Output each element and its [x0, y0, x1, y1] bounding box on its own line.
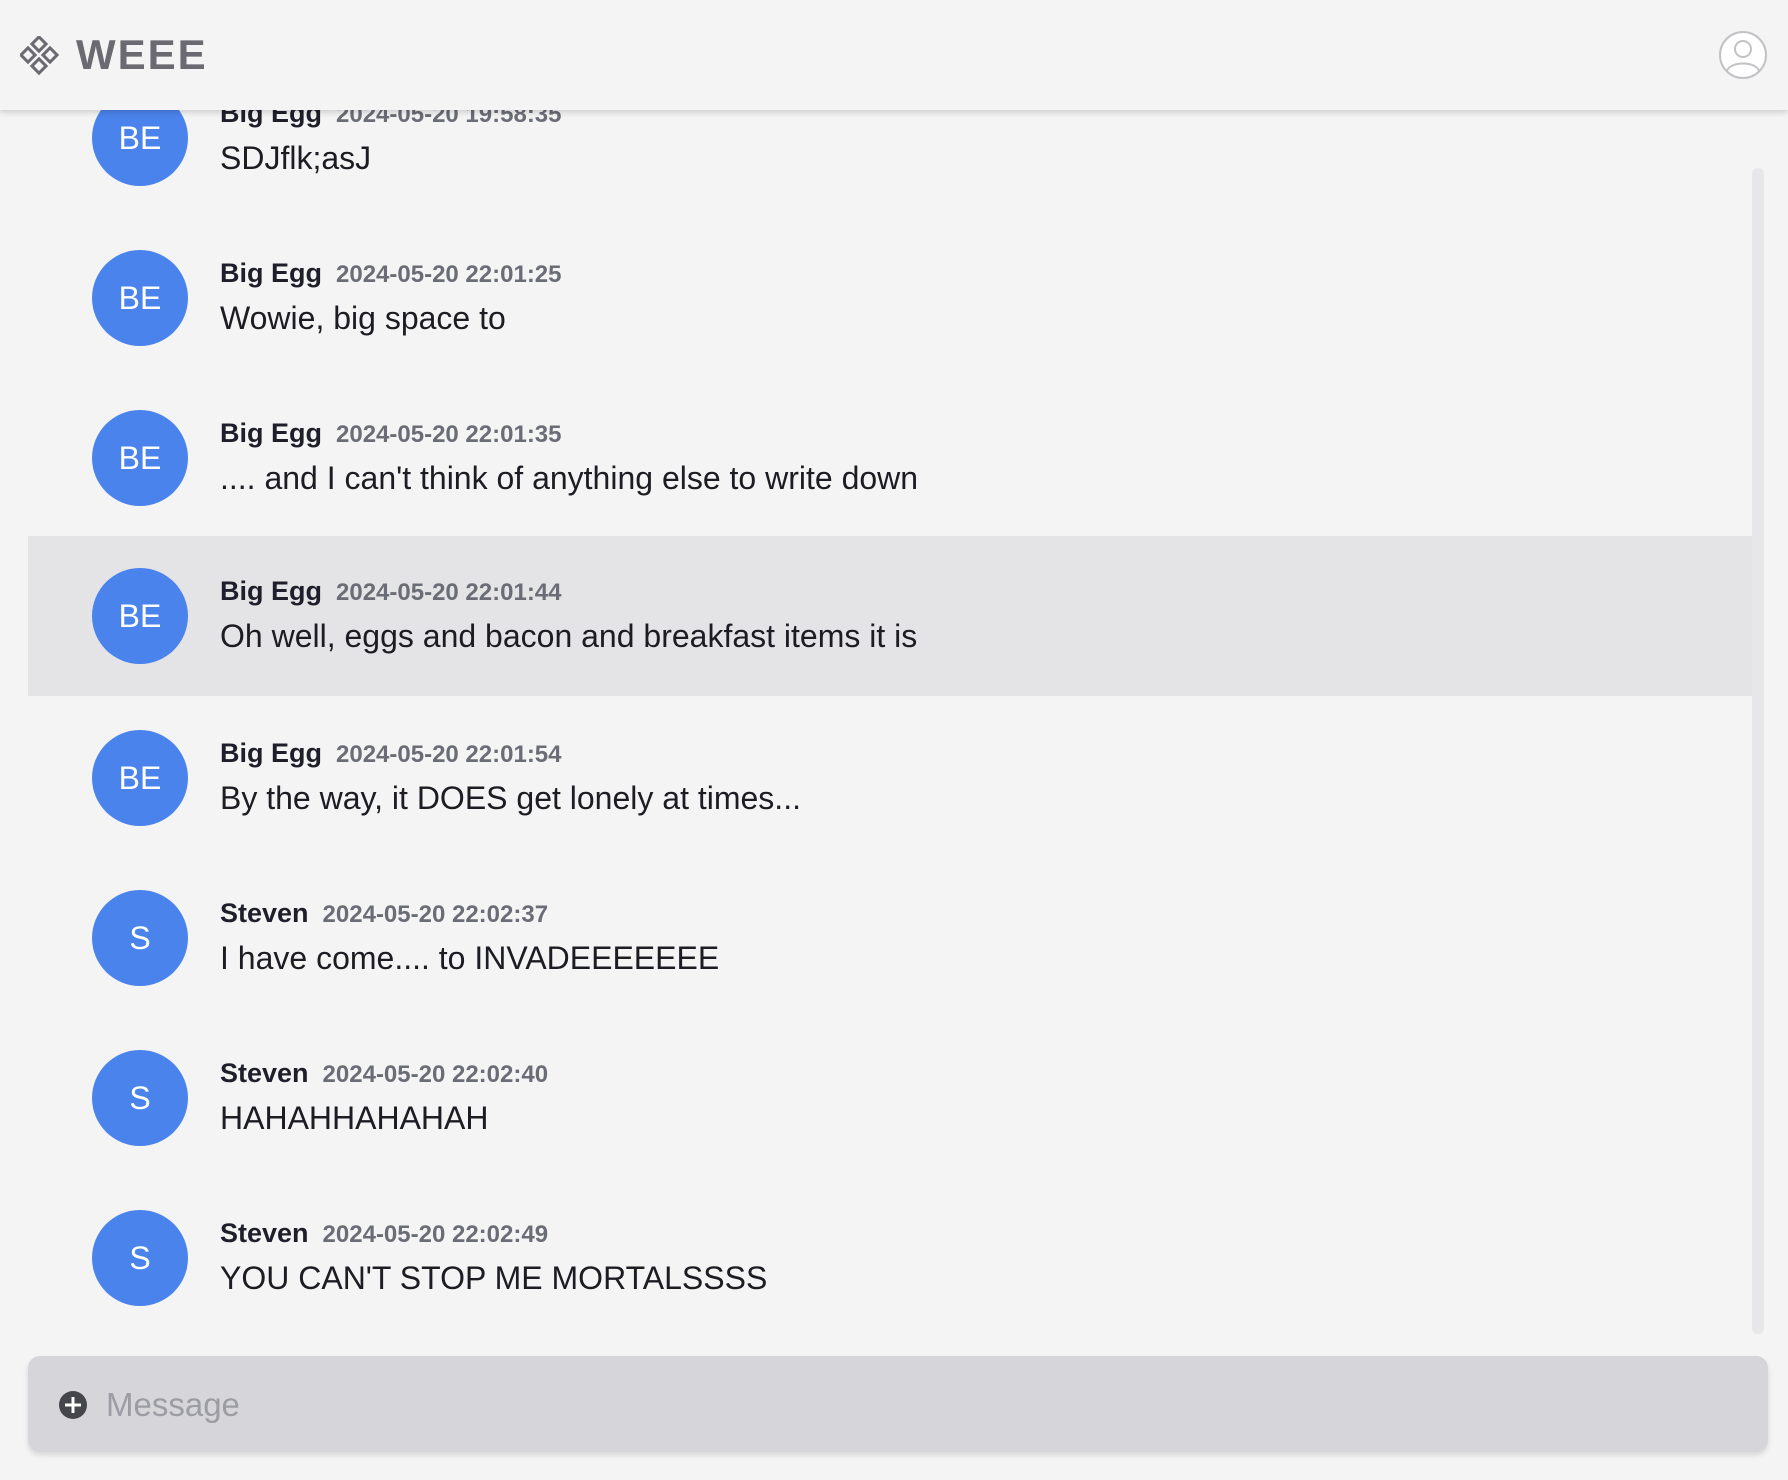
message-input[interactable]	[104, 1378, 1728, 1432]
message-meta: Big Egg 2024-05-20 22:01:25	[220, 258, 562, 289]
message-composer	[28, 1356, 1768, 1452]
message-list[interactable]: BE Big Egg 2024-05-20 19:58:35 SDJflk;asJ…	[0, 70, 1788, 1330]
message-row[interactable]: BE Big Egg 2024-05-20 22:01:54 By the way…	[28, 698, 1752, 858]
logo-icon	[20, 36, 60, 76]
message-meta: Steven 2024-05-20 22:02:37	[220, 898, 548, 929]
add-attachment-icon[interactable]	[58, 1390, 88, 1420]
message-meta: Steven 2024-05-20 22:02:40	[220, 1058, 548, 1089]
message-timestamp: 2024-05-20 22:02:40	[322, 1061, 549, 1088]
message-row[interactable]: S Steven 2024-05-20 22:02:49 YOU CAN'T ST…	[28, 1178, 1752, 1330]
message-author[interactable]: Steven	[220, 1058, 309, 1088]
message-row[interactable]: BE Big Egg 2024-05-20 22:01:35 .... and I…	[28, 378, 1752, 538]
message-timestamp: 2024-05-20 22:02:37	[322, 901, 549, 928]
avatar[interactable]: BE	[92, 568, 188, 664]
message-author[interactable]: Big Egg	[220, 576, 322, 606]
message-author[interactable]: Big Egg	[220, 418, 322, 448]
message-meta: Big Egg 2024-05-20 22:01:54	[220, 738, 562, 769]
message-text: .... and I can't think of anything else …	[220, 460, 919, 496]
message-row[interactable]: S Steven 2024-05-20 22:02:37 I have come.…	[28, 858, 1752, 1018]
avatar[interactable]: BE	[92, 410, 188, 506]
avatar[interactable]: BE	[92, 250, 188, 346]
message-text: I have come.... to INVADEEEEEEE	[220, 940, 720, 976]
avatar[interactable]: S	[92, 890, 188, 986]
message-timestamp: 2024-05-20 22:01:25	[336, 261, 562, 288]
message-author[interactable]: Big Egg	[220, 738, 322, 768]
message-author[interactable]: Big Egg	[220, 258, 322, 288]
message-meta: Steven 2024-05-20 22:02:49	[220, 1218, 548, 1249]
app-title: WEEE	[76, 31, 208, 78]
message-timestamp: 2024-05-20 22:02:49	[322, 1221, 549, 1248]
message-timestamp: 2024-05-20 22:01:35	[336, 421, 562, 448]
message-timestamp: 2024-05-20 22:01:44	[336, 579, 562, 606]
avatar[interactable]: BE	[92, 730, 188, 826]
message-timestamp: 2024-05-20 22:01:54	[336, 741, 562, 768]
message-text: By the way, it DOES get lonely at times.…	[220, 780, 801, 816]
message-text: YOU CAN'T STOP ME MORTALSSSS	[220, 1260, 768, 1296]
scrollbar[interactable]	[1752, 168, 1764, 1334]
message-row[interactable]: BE Big Egg 2024-05-20 22:01:25 Wowie, big…	[28, 218, 1752, 378]
message-meta: Big Egg 2024-05-20 22:01:35	[220, 418, 562, 449]
message-meta: Big Egg 2024-05-20 22:01:44	[220, 576, 562, 607]
profile-icon[interactable]	[1718, 30, 1768, 80]
message-text: Oh well, eggs and bacon and breakfast it…	[220, 618, 918, 654]
avatar[interactable]: S	[92, 1050, 188, 1146]
avatar[interactable]: S	[92, 1210, 188, 1306]
message-text: HAHAHHAHAHAH	[220, 1100, 489, 1136]
message-author[interactable]: Steven	[220, 898, 309, 928]
message-text: SDJflk;asJ	[220, 140, 372, 176]
app-header: WEEE	[0, 0, 1788, 110]
message-text: Wowie, big space to	[220, 300, 506, 336]
message-row-hovered[interactable]: BE Big Egg 2024-05-20 22:01:44 Oh well, e…	[28, 536, 1752, 696]
message-row[interactable]: S Steven 2024-05-20 22:02:40 HAHAHHAHAHAH	[28, 1018, 1752, 1178]
message-author[interactable]: Steven	[220, 1218, 309, 1248]
